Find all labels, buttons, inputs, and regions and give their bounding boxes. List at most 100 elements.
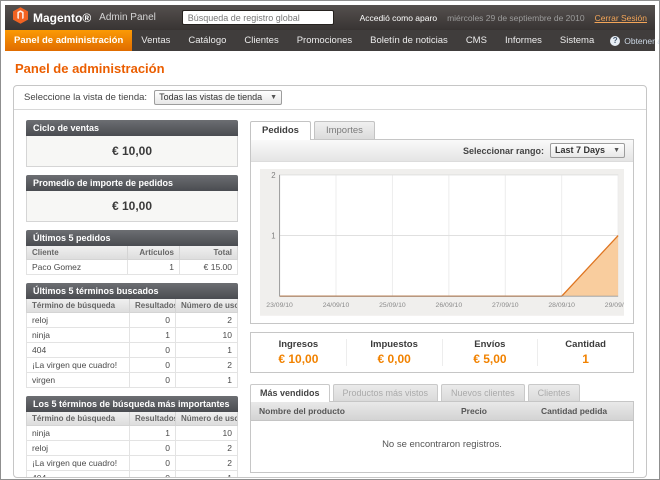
svg-text:27/09/10: 27/09/10 xyxy=(492,302,519,309)
column-header: Nombre del producto xyxy=(251,402,453,421)
current-date: miércoles 29 de septiembre de 2010 xyxy=(447,13,585,23)
svg-text:1: 1 xyxy=(271,231,275,240)
tab-nuevos-clientes: Nuevos clientes xyxy=(441,384,525,402)
tab-más-vendidos[interactable]: Más vendidos xyxy=(250,384,330,402)
tab-importes[interactable]: Importes xyxy=(314,121,375,140)
table-cell: 1 xyxy=(130,426,176,441)
nav-item-informes[interactable]: Informes xyxy=(496,30,551,51)
last-orders-widget: Últimos 5 pedidos ClienteArtículosTotalP… xyxy=(26,230,238,275)
empty-message: No se encontraron registros. xyxy=(251,421,633,472)
svg-text:29/09/10: 29/09/10 xyxy=(605,302,624,309)
range-row: Seleccionar rango: Last 7 Days ▼ xyxy=(251,140,633,162)
column-header: Precio xyxy=(453,402,533,421)
table-cell: € 15.00 xyxy=(180,260,238,275)
table-cell: ninja xyxy=(27,426,130,441)
store-view-value: Todas las vistas de tienda xyxy=(159,92,262,102)
stat-ingresos: Ingresos€ 10,00 xyxy=(251,339,346,366)
stat-label: Impuestos xyxy=(347,339,442,350)
table-row: ninja110 xyxy=(27,426,238,441)
widget-title: Ciclo de ventas xyxy=(26,120,238,136)
table-cell: 0 xyxy=(130,343,176,358)
page-content: Panel de administración Seleccione la vi… xyxy=(5,51,655,478)
brand-suffix: Admin Panel xyxy=(99,12,156,23)
nav-item-ventas[interactable]: Ventas xyxy=(132,30,179,51)
svg-text:23/09/10: 23/09/10 xyxy=(266,302,293,309)
table-row: 40401 xyxy=(27,471,238,479)
table-cell: 0 xyxy=(130,373,176,388)
table-cell: 0 xyxy=(130,456,176,471)
tab-pedidos[interactable]: Pedidos xyxy=(250,121,311,140)
table-cell: 2 xyxy=(176,358,238,373)
stat-value: € 0,00 xyxy=(347,352,442,366)
table-cell: ¡La virgen que cuadro! xyxy=(27,358,130,373)
table-row: ¡La virgen que cuadro!02 xyxy=(27,358,238,373)
widget-title: Últimos 5 pedidos xyxy=(26,230,238,246)
table-cell: 1 xyxy=(128,260,180,275)
nav-item-catálogo[interactable]: Catálogo xyxy=(179,30,235,51)
last-search-terms-table: Término de búsquedaResultadosNúmero de u… xyxy=(26,299,238,388)
widget-title: Últimos 5 términos buscados xyxy=(26,283,238,299)
table-cell: 404 xyxy=(27,343,130,358)
table-cell: reloj xyxy=(27,441,130,456)
widget-title: Los 5 términos de búsqueda más important… xyxy=(26,396,238,412)
column-header: Término de búsqueda xyxy=(27,299,130,313)
nav-items: Panel de administraciónVentasCatálogoCli… xyxy=(5,30,603,51)
table-cell: ninja xyxy=(27,328,130,343)
range-select[interactable]: Last 7 Days ▼ xyxy=(550,143,625,158)
nav-item-clientes[interactable]: Clientes xyxy=(235,30,287,51)
stat-label: Cantidad xyxy=(538,339,633,350)
top-header: Magento® Admin Panel Accedió como aparo … xyxy=(5,5,655,30)
lifetime-sales-widget: Ciclo de ventas € 10,00 xyxy=(26,120,238,167)
table-cell: 1 xyxy=(130,328,176,343)
magento-logo: Magento® Admin Panel xyxy=(13,7,156,29)
table-cell: Paco Gomez xyxy=(27,260,128,275)
totals-bar: Ingresos€ 10,00Impuestos € 0,00Envíos€ 5,… xyxy=(250,332,634,373)
chevron-down-icon: ▼ xyxy=(270,94,277,101)
nav-item-cms[interactable]: CMS xyxy=(457,30,496,51)
column-header: Término de búsqueda xyxy=(27,412,130,426)
table-header-row: Término de búsquedaResultadosNúmero de u… xyxy=(27,412,238,426)
store-view-label: Seleccione la vista de tienda: xyxy=(24,92,147,103)
column-header: Cantidad pedida xyxy=(533,402,633,421)
nav-item-boletín-de-noticias[interactable]: Boletín de noticias xyxy=(361,30,457,51)
stat-value: 1 xyxy=(538,352,633,366)
dashboard: Ciclo de ventas € 10,00 Promedio de impo… xyxy=(14,110,646,478)
table-cell: 2 xyxy=(176,313,238,328)
help-link[interactable]: ? Obtener ayuda para esta página xyxy=(603,30,660,51)
table-cell: 2 xyxy=(176,441,238,456)
table-cell: reloj xyxy=(27,313,130,328)
table-cell: 1 xyxy=(176,373,238,388)
nav-item-sistema[interactable]: Sistema xyxy=(551,30,603,51)
table-cell: ¡La virgen que cuadro! xyxy=(27,456,130,471)
chart-tabs: Pedidos Importes xyxy=(250,120,634,139)
magento-logo-icon xyxy=(13,7,28,29)
products-grid: Nombre del productoPrecioCantidad pedida… xyxy=(250,401,634,473)
dashboard-main: Pedidos Importes Seleccionar rango: Last… xyxy=(250,120,634,478)
stat-envíos: Envíos€ 5,00 xyxy=(442,339,538,366)
products-table: Nombre del productoPrecioCantidad pedida xyxy=(251,402,633,421)
stat-value: € 10,00 xyxy=(251,352,346,366)
store-view-row: Seleccione la vista de tienda: Todas las… xyxy=(14,86,646,110)
svg-text:25/09/10: 25/09/10 xyxy=(379,302,406,309)
table-header-row: Término de búsquedaResultadosNúmero de u… xyxy=(27,299,238,313)
column-header: Número de usos xyxy=(176,299,238,313)
table-row: ¡La virgen que cuadro!02 xyxy=(27,456,238,471)
global-search-input[interactable] xyxy=(182,10,334,25)
stat-label: Envíos xyxy=(443,339,538,350)
table-cell: 1 xyxy=(176,471,238,479)
brand-name: Magento® xyxy=(33,11,91,25)
table-cell: virgen xyxy=(27,373,130,388)
nav-item-promociones[interactable]: Promociones xyxy=(288,30,361,51)
table-cell: 2 xyxy=(176,456,238,471)
main-nav: Panel de administraciónVentasCatálogoCli… xyxy=(5,30,655,51)
store-view-select[interactable]: Todas las vistas de tienda ▼ xyxy=(154,90,282,105)
last-search-terms-widget: Últimos 5 términos buscados Término de b… xyxy=(26,283,238,388)
svg-text:26/09/10: 26/09/10 xyxy=(436,302,463,309)
orders-chart-panel: Seleccionar rango: Last 7 Days ▼ 1223/09… xyxy=(250,139,634,324)
orders-chart: 1223/09/1024/09/1025/09/1026/09/1027/09/… xyxy=(251,162,633,323)
logout-link[interactable]: Cerrar Sesión xyxy=(595,13,647,23)
page-title: Panel de administración xyxy=(15,61,645,76)
table-row: virgen01 xyxy=(27,373,238,388)
column-header: Resultados xyxy=(130,412,176,426)
nav-item-panel-de-administración[interactable]: Panel de administración xyxy=(5,30,132,51)
